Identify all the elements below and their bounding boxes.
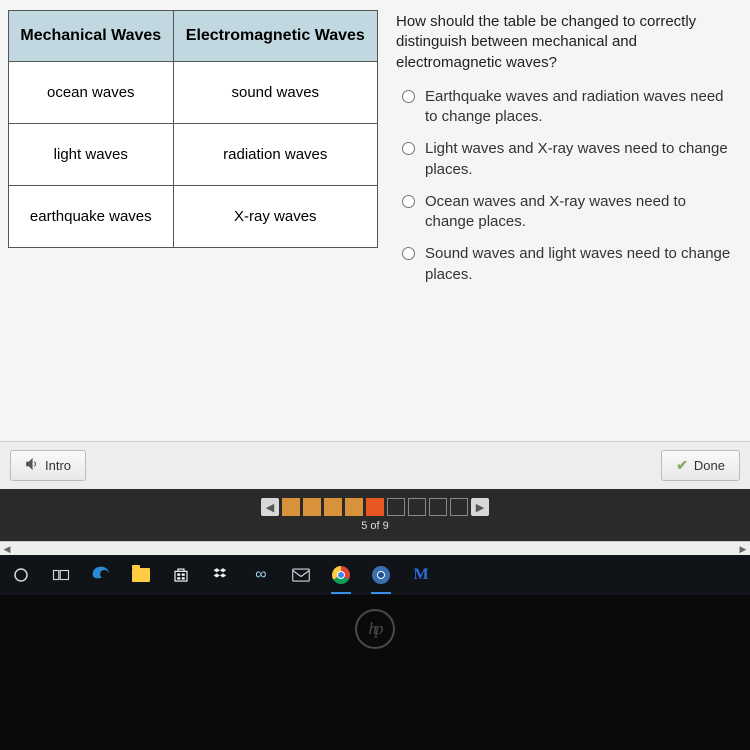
question-column: How should the table be changed to corre… [396, 10, 738, 441]
windows-taskbar: ∞ M [0, 555, 750, 595]
cell: X-ray waves [173, 186, 377, 248]
nav-box-4[interactable] [345, 498, 363, 516]
nav-box-8[interactable] [429, 498, 447, 516]
choice-1[interactable]: Earthquake waves and radiation waves nee… [396, 87, 738, 128]
choice-3-radio[interactable] [402, 195, 415, 208]
table-row: ocean waves sound waves [9, 62, 378, 124]
task-view-icon[interactable] [48, 562, 74, 588]
quiz-screen: Mechanical Waves Electromagnetic Waves o… [0, 0, 750, 555]
progress-nav: ◀ ▶ 5 of 9 [0, 489, 750, 541]
speaker-icon [25, 457, 39, 474]
footer-bar: Intro ✔ Done [0, 441, 750, 489]
nav-next-button[interactable]: ▶ [471, 498, 489, 516]
scroll-left-arrow[interactable]: ◀ [0, 542, 14, 556]
table-header-row: Mechanical Waves Electromagnetic Waves [9, 11, 378, 62]
choice-4-radio[interactable] [402, 247, 415, 260]
malwarebytes-icon[interactable]: M [408, 562, 434, 588]
choice-1-radio[interactable] [402, 90, 415, 103]
nav-box-2[interactable] [303, 498, 321, 516]
waves-table: Mechanical Waves Electromagnetic Waves o… [8, 10, 378, 248]
table-row: light waves radiation waves [9, 124, 378, 186]
page-counter: 5 of 9 [361, 520, 389, 532]
edge-browser-icon[interactable] [88, 562, 114, 588]
cell: ocean waves [9, 62, 174, 124]
check-icon: ✔ [676, 457, 688, 474]
header-electromagnetic: Electromagnetic Waves [173, 11, 377, 62]
mail-icon[interactable] [288, 562, 314, 588]
done-button[interactable]: ✔ Done [661, 450, 740, 481]
content-area: Mechanical Waves Electromagnetic Waves o… [0, 0, 750, 441]
choice-3-label: Ocean waves and X-ray waves need to chan… [425, 192, 738, 233]
done-button-label: Done [694, 458, 725, 473]
horizontal-scrollbar[interactable]: ◀ ▶ [0, 541, 750, 555]
infinity-icon[interactable]: ∞ [248, 562, 274, 588]
nav-box-6[interactable] [387, 498, 405, 516]
intro-button[interactable]: Intro [10, 450, 86, 481]
nav-prev-button[interactable]: ◀ [261, 498, 279, 516]
nav-box-1[interactable] [282, 498, 300, 516]
table-row: earthquake waves X-ray waves [9, 186, 378, 248]
cell: radiation waves [173, 124, 377, 186]
table-column: Mechanical Waves Electromagnetic Waves o… [8, 10, 378, 441]
chrome-canary-icon[interactable] [368, 562, 394, 588]
choice-4[interactable]: Sound waves and light waves need to chan… [396, 244, 738, 285]
windows-store-icon[interactable] [168, 562, 194, 588]
nav-box-3[interactable] [324, 498, 342, 516]
cell: earthquake waves [9, 186, 174, 248]
scroll-right-arrow[interactable]: ▶ [736, 542, 750, 556]
nav-box-9[interactable] [450, 498, 468, 516]
nav-box-7[interactable] [408, 498, 426, 516]
progress-boxes: ◀ ▶ [261, 498, 489, 516]
choice-2[interactable]: Light waves and X-ray waves need to chan… [396, 139, 738, 180]
dropbox-icon[interactable] [208, 562, 234, 588]
question-text: How should the table be changed to corre… [396, 12, 738, 73]
cell: light waves [9, 124, 174, 186]
file-explorer-icon[interactable] [128, 562, 154, 588]
choice-4-label: Sound waves and light waves need to chan… [425, 244, 738, 285]
laptop-bezel: hp [0, 595, 750, 750]
chrome-icon[interactable] [328, 562, 354, 588]
header-mechanical: Mechanical Waves [9, 11, 174, 62]
choice-2-label: Light waves and X-ray waves need to chan… [425, 139, 738, 180]
cell: sound waves [173, 62, 377, 124]
choice-2-radio[interactable] [402, 142, 415, 155]
intro-button-label: Intro [45, 458, 71, 473]
choice-1-label: Earthquake waves and radiation waves nee… [425, 87, 738, 128]
hp-logo: hp [355, 609, 395, 649]
choice-3[interactable]: Ocean waves and X-ray waves need to chan… [396, 192, 738, 233]
nav-box-5[interactable] [366, 498, 384, 516]
cortana-icon[interactable] [8, 562, 34, 588]
